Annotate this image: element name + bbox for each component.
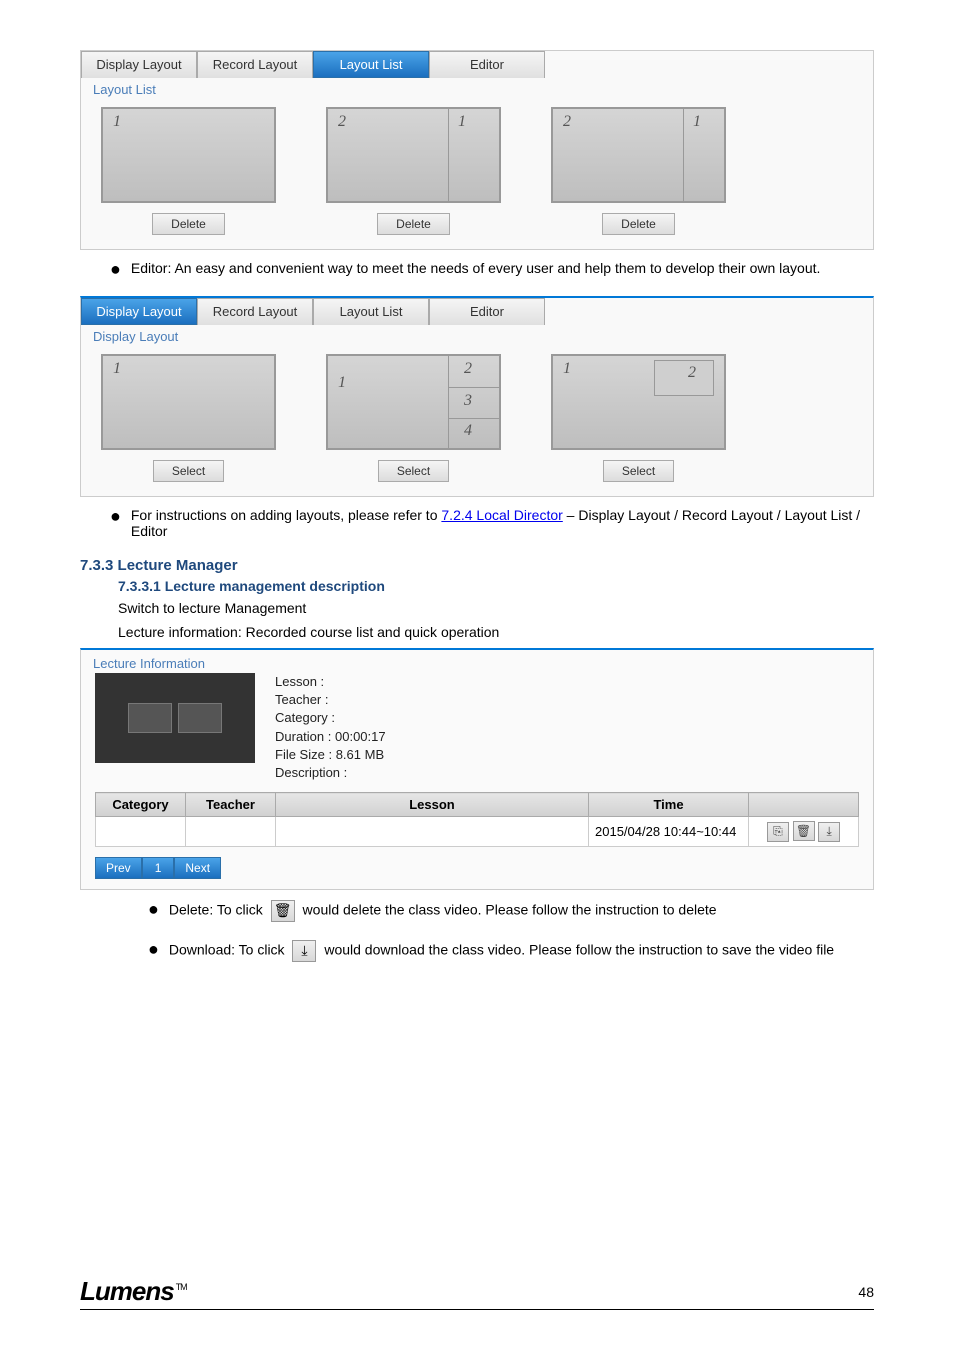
bullet-editor-desc: ● Editor: An easy and convenient way to … — [80, 260, 874, 278]
th-time: Time — [589, 793, 749, 817]
bullet-download: ● Download: To click ⤓ would download th… — [118, 940, 874, 962]
layout-card-1: 1 Delete — [101, 107, 276, 235]
pager-page-1[interactable]: 1 — [142, 857, 175, 879]
select-button[interactable]: Select — [153, 460, 224, 482]
section-heading-733: 7.3.3 Lecture Manager — [80, 557, 874, 574]
layout-list-label: Layout List — [81, 78, 873, 101]
display-layout-screenshot: Display Layout Record Layout Layout List… — [80, 296, 874, 497]
editor-description: Editor: An easy and convenient way to me… — [131, 260, 821, 276]
select-button[interactable]: Select — [603, 460, 674, 482]
bullet-delete: ● Delete: To click 🗑 would delete the cl… — [118, 900, 874, 922]
layout-card-a: 1 Select — [101, 354, 276, 482]
th-teacher: Teacher — [186, 793, 276, 817]
table-row: 2015/04/28 10:44~10:44 ⎘ 🗑 ⤓ — [96, 817, 859, 847]
copy-icon[interactable]: ⎘ — [767, 822, 789, 842]
display-layout-label: Display Layout — [81, 325, 873, 348]
ref-link[interactable]: 7.2.4 Local Director — [441, 507, 562, 523]
layout-thumb-b: 1 2 3 4 — [326, 354, 501, 450]
pager: Prev 1 Next — [95, 857, 859, 879]
th-lesson: Lesson — [276, 793, 589, 817]
layout-list-screenshot: Display Layout Record Layout Layout List… — [80, 50, 874, 250]
tabs-row-2: Display Layout Record Layout Layout List… — [81, 298, 873, 325]
cell-time: 2015/04/28 10:44~10:44 — [589, 817, 749, 847]
delete-button[interactable]: Delete — [602, 213, 675, 235]
lumens-logo: LumensTM — [80, 1276, 187, 1307]
bullet-icon: ● — [148, 940, 159, 958]
th-actions — [749, 793, 859, 817]
add-layout-ref-text: For instructions on adding layouts, plea… — [131, 507, 874, 539]
download-icon[interactable]: ⤓ — [818, 822, 840, 842]
bullet-icon: ● — [110, 507, 121, 525]
meta-description: Description : — [275, 764, 386, 782]
layout-thumb-c: 1 2 — [551, 354, 726, 450]
page-footer: LumensTM 48 — [80, 1276, 874, 1310]
delete-button[interactable]: Delete — [152, 213, 225, 235]
lecture-info-label: Lecture Information — [81, 650, 873, 673]
cell-lesson — [276, 817, 589, 847]
lecture-table: Category Teacher Lesson Time 2015/04/28 … — [95, 792, 859, 847]
meta-teacher: Teacher : — [275, 691, 386, 709]
pager-next[interactable]: Next — [174, 857, 221, 879]
trash-icon: 🗑 — [271, 900, 295, 922]
layout-thumb-3: 2 1 — [551, 107, 726, 203]
tab-editor[interactable]: Editor — [429, 51, 545, 78]
select-button[interactable]: Select — [378, 460, 449, 482]
tab-display-layout[interactable]: Display Layout — [81, 51, 197, 78]
layout-card-c: 1 2 Select — [551, 354, 726, 482]
lecture-info-panel: Lecture Information Lesson : Teacher : C… — [80, 648, 874, 890]
tab-layout-list[interactable]: Layout List — [313, 298, 429, 325]
layout-card-2: 2 1 Delete — [326, 107, 501, 235]
meta-category: Category : — [275, 709, 386, 727]
cell-category — [96, 817, 186, 847]
cell-teacher — [186, 817, 276, 847]
layout-thumb-1: 1 — [101, 107, 276, 203]
pager-prev[interactable]: Prev — [95, 857, 142, 879]
lecture-thumbnail — [95, 673, 255, 763]
bullet-icon: ● — [110, 260, 121, 278]
layout-card-b: 1 2 3 4 Select — [326, 354, 501, 482]
tab-layout-list[interactable]: Layout List — [313, 51, 429, 78]
meta-duration: Duration : 00:00:17 — [275, 728, 386, 746]
tabs-row-1: Display Layout Record Layout Layout List… — [81, 51, 873, 78]
meta-lesson: Lesson : — [275, 673, 386, 691]
trash-icon[interactable]: 🗑 — [793, 821, 815, 841]
download-icon: ⤓ — [292, 940, 316, 962]
bullet-icon: ● — [148, 900, 159, 918]
cell-actions: ⎘ 🗑 ⤓ — [749, 817, 859, 847]
layout-card-3: 2 1 Delete — [551, 107, 726, 235]
section-sub-7331: 7.3.3.1 Lecture management description — [118, 578, 874, 594]
download-text: Download: To click ⤓ would download the … — [169, 940, 834, 962]
delete-text: Delete: To click 🗑 would delete the clas… — [169, 900, 717, 922]
lecture-meta: Lesson : Teacher : Category : Duration :… — [275, 673, 386, 782]
tab-record-layout[interactable]: Record Layout — [197, 298, 313, 325]
layout-thumb-a: 1 — [101, 354, 276, 450]
text-lecture-info: Lecture information: Recorded course lis… — [118, 624, 874, 640]
tab-display-layout[interactable]: Display Layout — [81, 298, 197, 325]
bullet-add-layout-ref: ● For instructions on adding layouts, pl… — [80, 507, 874, 539]
page-number: 48 — [858, 1284, 874, 1300]
layout-thumb-2: 2 1 — [326, 107, 501, 203]
delete-button[interactable]: Delete — [377, 213, 450, 235]
meta-filesize: File Size : 8.61 MB — [275, 746, 386, 764]
tab-record-layout[interactable]: Record Layout — [197, 51, 313, 78]
tab-editor[interactable]: Editor — [429, 298, 545, 325]
th-category: Category — [96, 793, 186, 817]
text-switch: Switch to lecture Management — [118, 600, 874, 616]
